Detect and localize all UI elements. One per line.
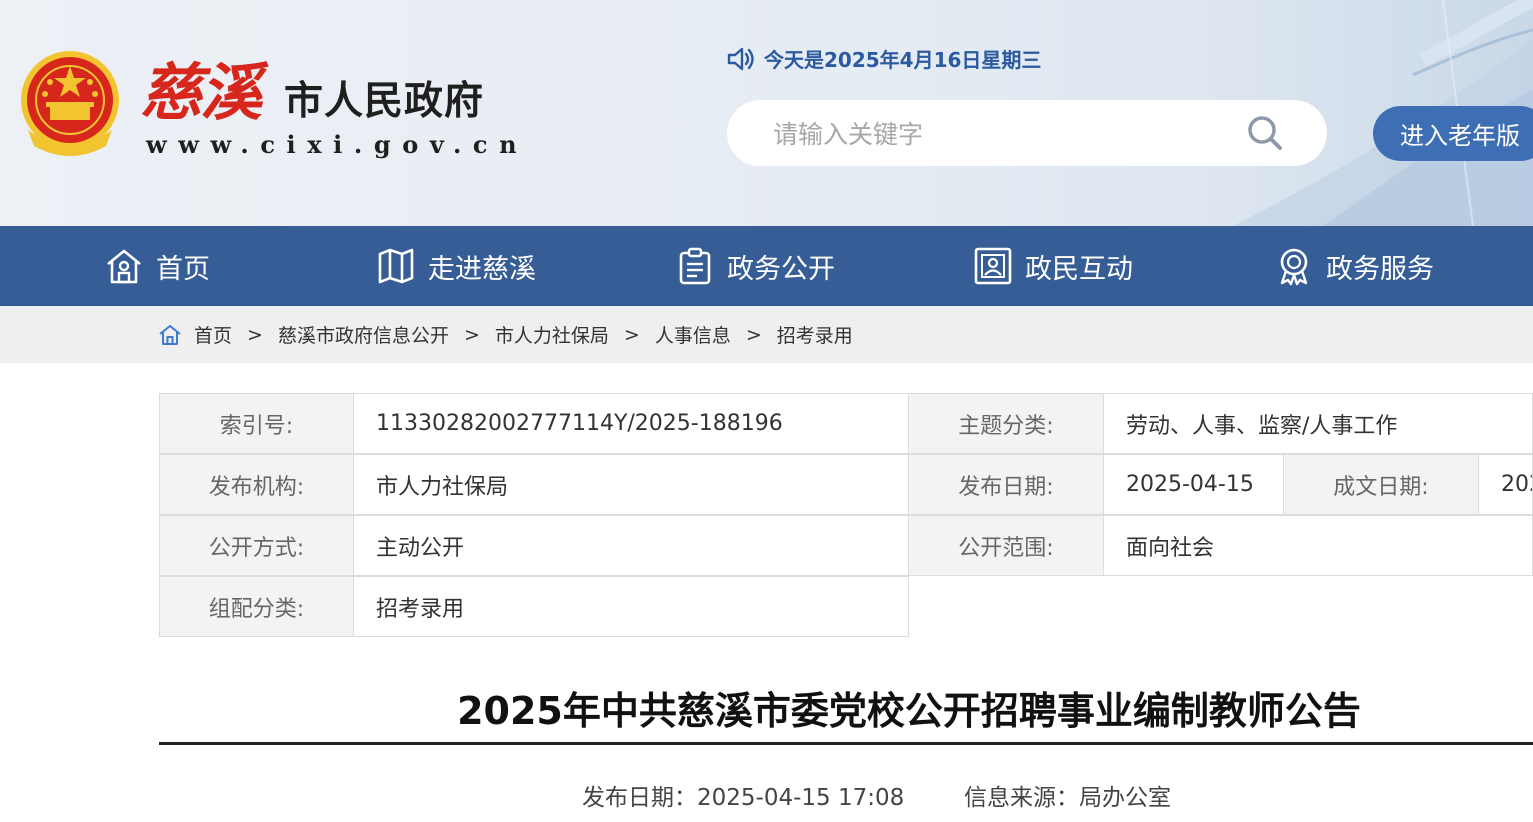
publish-date-value: 2025-04-15	[1103, 454, 1284, 515]
nav-item-interaction[interactable]: 政民互动	[973, 226, 1133, 306]
home-icon	[107, 249, 141, 284]
article-publish-date: 发布日期：2025-04-15 17:08	[582, 785, 905, 811]
breadcrumb-separator: >	[745, 323, 762, 346]
logo-url: www.cixi.gov.cn	[146, 130, 529, 159]
breadcrumb: 首页 > 慈溪市政府信息公开 > 市人力社保局 > 人事信息 > 招考录用	[0, 306, 1533, 363]
map-icon	[378, 248, 414, 284]
title-divider	[159, 742, 1533, 745]
home-icon[interactable]	[158, 323, 182, 347]
article-source: 信息来源：局办公室	[964, 785, 1171, 811]
search-icon[interactable]	[1245, 113, 1285, 153]
nav-item-home[interactable]: 首页	[104, 226, 210, 306]
nav-label-about: 走进慈溪	[428, 253, 536, 285]
badge-icon	[1280, 248, 1308, 286]
date-line: 今天是2025年4月16日星期三	[726, 44, 1041, 73]
written-date-label: 成文日期:	[1283, 454, 1479, 515]
search-box[interactable]: 请输入关键字	[727, 100, 1327, 166]
logo-calligraphy: 慈溪	[140, 56, 262, 129]
breadcrumb-item[interactable]: 市人力社保局	[495, 321, 609, 348]
category-value: 招考录用	[353, 576, 909, 637]
topic-value: 劳动、人事、监察/人事工作	[1103, 393, 1533, 454]
scope-value: 面向社会	[1103, 515, 1533, 576]
breadcrumb-separator: >	[247, 323, 263, 346]
logo-site-name: 市人民政府	[284, 79, 485, 124]
scope-label: 公开范围:	[908, 515, 1104, 576]
mode-value: 主动公开	[353, 515, 909, 576]
org-value: 市人力社保局	[353, 454, 909, 515]
breadcrumb-separator: >	[463, 323, 480, 346]
nav-label-home: 首页	[156, 253, 210, 285]
speaker-icon[interactable]	[726, 45, 756, 73]
search-input[interactable]: 请输入关键字	[773, 115, 1245, 151]
index-value: 11330282002777114Y/2025-188196	[353, 393, 909, 454]
breadcrumb-item[interactable]: 慈溪市政府信息公开	[278, 321, 449, 348]
org-label: 发布机构:	[159, 454, 354, 515]
nav-label-interaction: 政民互动	[1025, 253, 1133, 285]
publish-date-label: 发布日期:	[908, 454, 1104, 515]
elder-mode-button[interactable]: 进入老年版	[1373, 106, 1533, 161]
user-card-icon	[974, 247, 1012, 285]
clipboard-icon	[679, 247, 711, 285]
category-label: 组配分类:	[159, 576, 354, 637]
nav-label-services: 政务服务	[1326, 253, 1434, 285]
nav-item-services[interactable]: 政务服务	[1274, 226, 1434, 306]
topic-label: 主题分类:	[908, 393, 1104, 454]
index-label: 索引号:	[159, 393, 354, 454]
site-header: 慈溪 市人民政府 www.cixi.gov.cn 今天是2025年4月16日星期…	[0, 0, 1533, 226]
main-nav: 首页 走进慈溪 政务公开 政民互动 政务服务	[0, 226, 1533, 306]
mode-label: 公开方式:	[159, 515, 354, 576]
breadcrumb-item[interactable]: 人事信息	[655, 321, 731, 348]
breadcrumb-item[interactable]: 招考录用	[777, 321, 853, 348]
breadcrumb-item[interactable]: 首页	[194, 321, 232, 348]
nav-item-about[interactable]: 走进慈溪	[376, 226, 536, 306]
article-title: 2025年中共慈溪市委党校公开招聘事业编制教师公告	[457, 689, 1361, 733]
breadcrumb-separator: >	[623, 323, 640, 346]
national-emblem-logo	[21, 51, 119, 156]
nav-item-gov-open[interactable]: 政务公开	[675, 226, 835, 306]
nav-label-gov-open: 政务公开	[727, 253, 835, 285]
today-date: 今天是2025年4月16日星期三	[764, 48, 1042, 72]
written-date-value: 202	[1478, 454, 1533, 515]
